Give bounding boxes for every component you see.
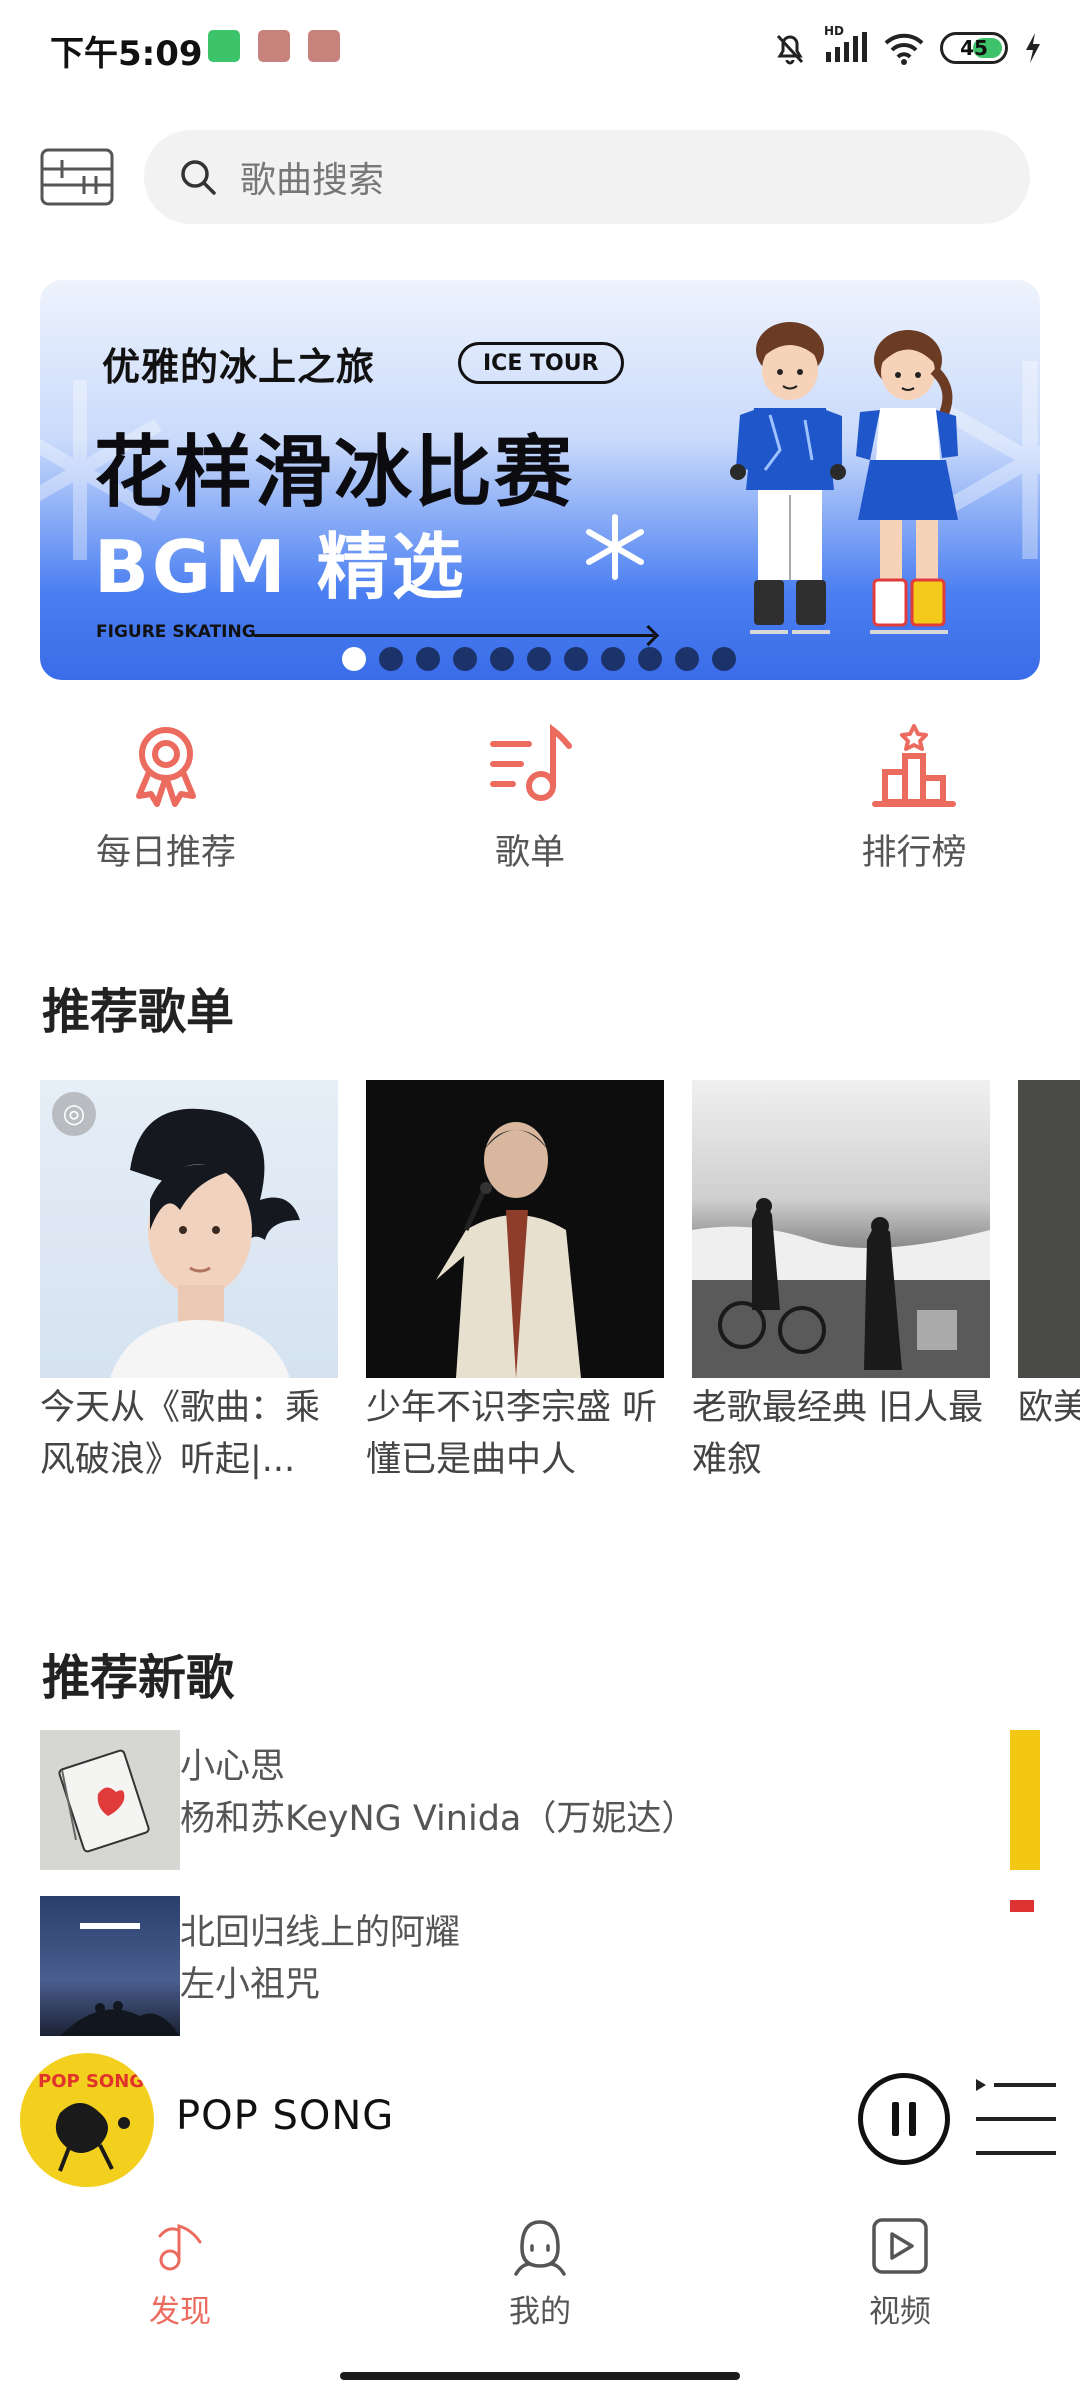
quick-entry-bar: 每日推荐 歌单 排行榜: [0, 720, 1080, 890]
next-page-song-cover: [1010, 1896, 1040, 2036]
battery-level: 45: [960, 36, 988, 60]
pause-button[interactable]: [858, 2073, 950, 2165]
quick-entry-label: 排行榜: [861, 833, 967, 873]
mini-player[interactable]: POP SONG POP SONG: [0, 2045, 1080, 2195]
carousel-dot[interactable]: [416, 647, 440, 671]
next-page-song-cover: [1010, 1730, 1040, 1870]
carousel-dot[interactable]: [675, 647, 699, 671]
user-icon: [514, 2220, 566, 2276]
ranking-podium-icon: [872, 724, 956, 807]
playlist-title: 今天从《歌曲：乘风破浪》听起|...: [40, 1388, 321, 1480]
banner-subtitle: 优雅的冰上之旅: [102, 345, 376, 389]
quick-entry-daily[interactable]: 每日推荐: [56, 720, 276, 875]
carousel-dot[interactable]: [453, 647, 477, 671]
carousel-dot[interactable]: [712, 647, 736, 671]
nav-video[interactable]: 视频: [800, 2214, 1000, 2331]
banner-tag: ICE TOUR: [458, 342, 624, 384]
battery-icon: 45: [940, 32, 1008, 64]
signal-icon: HD: [824, 24, 868, 66]
mute-bell-icon: [776, 34, 804, 65]
song-name: 北回归线上的阿耀: [180, 1913, 461, 1953]
playlist-cover: [692, 1080, 990, 1378]
bottom-navigation: 发现 我的 视频: [0, 2200, 1080, 2350]
wifi-icon: [884, 33, 924, 65]
playlist-cover: ◎: [40, 1080, 338, 1378]
song-name: 小心思: [180, 1747, 286, 1787]
album-art: [60, 1923, 180, 2036]
quick-entry-label: 每日推荐: [95, 833, 236, 873]
carousel-dot[interactable]: [638, 647, 662, 671]
playlist-queue-icon[interactable]: [972, 2075, 1060, 2163]
playlist-cover: [366, 1080, 664, 1378]
pause-bar: [892, 2102, 899, 2136]
download-notification-icon: [308, 30, 340, 62]
carousel-dot[interactable]: [601, 647, 625, 671]
banner-carousel[interactable]: 优雅的冰上之旅 ICE TOUR 花样滑冰比赛 BGM 精选 FIGURE SK…: [40, 280, 1040, 680]
header: 歌曲搜索: [0, 120, 1080, 230]
nav-mine[interactable]: 我的: [440, 2214, 640, 2331]
music-note-icon: [158, 2223, 202, 2271]
singer-stage-photo: [436, 1122, 581, 1378]
playlist-card[interactable]: 欧美开: [1018, 1080, 1080, 1486]
playlist-title: 少年不识李宗盛 听懂已是曲中人: [366, 1388, 658, 1480]
carousel-indicator: [342, 647, 736, 671]
carousel-dot[interactable]: [527, 647, 551, 671]
skaters-illustration: [730, 322, 958, 634]
carousel-dot[interactable]: [490, 647, 514, 671]
search-icon: [181, 160, 216, 195]
status-bar: 下午5:09 HD 45: [0, 0, 1080, 96]
quick-entry-playlist[interactable]: 歌单: [420, 720, 640, 875]
disc-text: POP SONG: [38, 2071, 144, 2092]
banner-title: 花样滑冰比赛: [94, 428, 575, 518]
pop-song-art: POP SONG: [38, 2071, 144, 2172]
quick-entry-label: 歌单: [494, 833, 565, 873]
carousel-dot[interactable]: [342, 647, 366, 671]
playlist-cover: [1018, 1080, 1080, 1378]
playlist-title: 欧美开: [1018, 1388, 1080, 1428]
notebook-illustration: [58, 1749, 150, 1853]
android-notification-icon: [208, 30, 240, 62]
carousel-dot[interactable]: [379, 647, 403, 671]
now-playing-title: POP SONG: [176, 2093, 395, 2139]
song-artist: 杨和苏KeyNG Vinida（万妮达）: [180, 1799, 697, 1839]
charging-icon: [1026, 33, 1040, 63]
banner-caption: FIGURE SKATING: [96, 622, 256, 642]
nav-label: 视频: [869, 2294, 931, 2330]
snowflake-icon: [586, 514, 644, 580]
song-cover: [40, 1730, 180, 1870]
song-item[interactable]: 小心思 杨和苏KeyNG Vinida（万妮达）: [40, 1730, 1040, 1870]
playlist-title: 老歌最经典 旧人最难叙: [692, 1388, 984, 1480]
status-time: 下午5:09: [50, 34, 203, 74]
banner-arrow-line: [254, 634, 654, 637]
now-playing-cover: POP SONG: [20, 2053, 154, 2187]
video-play-icon: [872, 2218, 928, 2274]
home-indicator[interactable]: [340, 2372, 740, 2380]
playlist-card[interactable]: 少年不识李宗盛 听懂已是曲中人: [366, 1080, 664, 1486]
song-item[interactable]: 北回归线上的阿耀 左小祖咒: [40, 1896, 1040, 2036]
status-icons: HD 45: [772, 24, 1042, 68]
download-notification-icon: [258, 30, 290, 62]
beach-photo: [692, 1198, 990, 1378]
song-artist: 左小祖咒: [180, 1965, 321, 2005]
award-ribbon-icon: [136, 727, 196, 807]
section-title-new-songs: 推荐新歌: [42, 1650, 235, 1706]
search-placeholder: 歌曲搜索: [240, 160, 385, 201]
menu-icon[interactable]: [40, 148, 114, 206]
nav-label: 发现: [149, 2294, 211, 2330]
playlist-card[interactable]: 老歌最经典 旧人最难叙: [692, 1080, 990, 1486]
section-title-playlists: 推荐歌单: [42, 984, 235, 1040]
nav-label: 我的: [509, 2294, 571, 2330]
banner-bgm-title: BGM 精选: [94, 525, 467, 609]
song-cover: [40, 1896, 180, 2036]
search-input[interactable]: 歌曲搜索: [144, 130, 1030, 224]
carousel-dot[interactable]: [564, 647, 588, 671]
nav-discover[interactable]: 发现: [80, 2214, 280, 2331]
playlist-carousel[interactable]: ◎ 今天从《歌曲：乘风破浪》听起|... 少年不识李宗盛 听懂已是曲中人 老歌最…: [40, 1080, 1080, 1500]
radio-badge-icon: ◎: [52, 1092, 96, 1136]
playlist-icon: [490, 723, 572, 801]
pause-bar: [909, 2102, 916, 2136]
quick-entry-ranking[interactable]: 排行榜: [804, 720, 1024, 875]
playlist-card[interactable]: ◎ 今天从《歌曲：乘风破浪》听起|...: [40, 1080, 338, 1486]
